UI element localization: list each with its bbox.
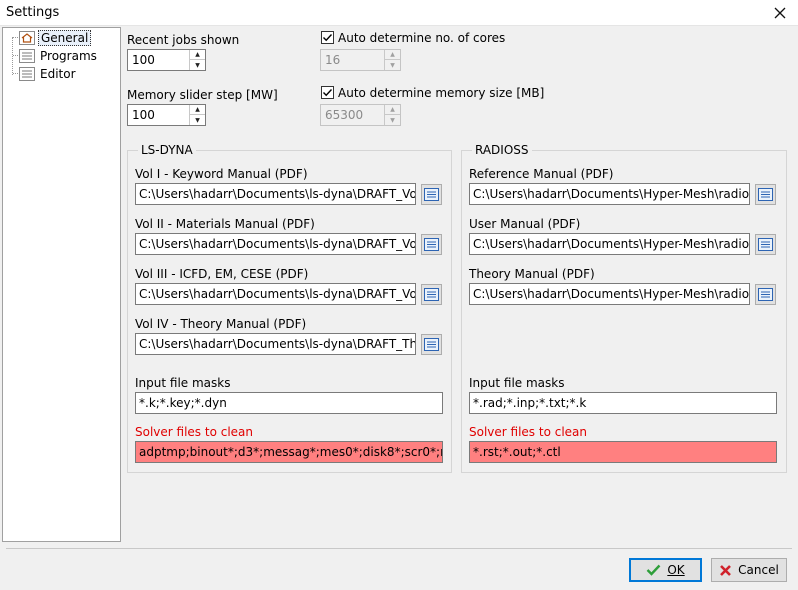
home-icon <box>19 31 35 45</box>
radioss-user-path-input[interactable]: C:\Users\hadarr\Documents\Hyper-Mesh\rad… <box>469 233 750 255</box>
lsdyna-solver-files-input[interactable]: adptmp;binout*;d3*;messag*;mes0*;disk8*;… <box>135 441 443 463</box>
memory-step-value: 100 <box>132 108 155 122</box>
lsdyna-solver-files-label: Solver files to clean <box>135 425 254 439</box>
spin-down-icon[interactable]: ▼ <box>385 115 400 125</box>
lsdyna-manual-label: Vol IV - Theory Manual (PDF) <box>135 317 307 331</box>
radioss-solver-files-input[interactable]: *.rst;*.out;*.ctl <box>469 441 777 463</box>
close-icon <box>774 7 786 19</box>
lsdyna-vol3-path-input[interactable]: C:\Users\hadarr\Documents\ls-dyna\DRAFT_… <box>135 283 416 305</box>
spin-down-icon[interactable]: ▼ <box>190 60 205 70</box>
auto-memory-checkbox[interactable] <box>321 86 334 99</box>
tree-item-label: Editor <box>40 67 76 81</box>
close-button[interactable] <box>770 3 790 23</box>
cores-value: 16 <box>325 53 341 67</box>
lsdyna-manual-label: Vol I - Keyword Manual (PDF) <box>135 167 308 181</box>
spin-up-icon[interactable]: ▲ <box>190 105 205 115</box>
lsdyna-vol1-browse-button[interactable] <box>421 184 442 205</box>
cancel-label: Cancel <box>738 563 779 577</box>
memory-step-label: Memory slider step [MW] <box>127 88 278 102</box>
lsdyna-group-title: LS-DYNA <box>138 143 196 157</box>
memory-step-spinner[interactable]: 100 ▲ ▼ <box>127 104 206 126</box>
browse-icon <box>758 188 773 201</box>
spin-down-icon[interactable]: ▼ <box>385 60 400 70</box>
lsdyna-vol4-path-input[interactable]: C:\Users\hadarr\Documents\ls-dyna\DRAFT_… <box>135 333 416 355</box>
radioss-theory-path-input[interactable]: C:\Users\hadarr\Documents\Hyper-Mesh\rad… <box>469 283 750 305</box>
list-icon <box>19 49 35 63</box>
lsdyna-vol4-browse-button[interactable] <box>421 334 442 355</box>
lsdyna-vol1-path-input[interactable]: C:\Users\hadarr\Documents\ls-dyna\DRAFT_… <box>135 183 416 205</box>
memory-size-value: 65300 <box>325 108 364 122</box>
browse-icon <box>424 188 439 201</box>
settings-tree: General Programs Editor <box>2 27 121 542</box>
checkmark-icon <box>646 564 661 576</box>
title-bar: Settings <box>0 0 798 26</box>
radioss-manual-label: Reference Manual (PDF) <box>469 167 614 181</box>
window-title: Settings <box>6 5 60 20</box>
lsdyna-input-masks-label: Input file masks <box>135 376 231 390</box>
checkmark-icon <box>323 89 333 97</box>
radioss-theory-browse-button[interactable] <box>755 284 776 305</box>
recent-jobs-spinner[interactable]: 100 ▲ ▼ <box>127 49 206 71</box>
recent-jobs-value: 100 <box>132 53 155 67</box>
lsdyna-manual-label: Vol II - Materials Manual (PDF) <box>135 217 315 231</box>
lsdyna-vol3-browse-button[interactable] <box>421 284 442 305</box>
browse-icon <box>424 238 439 251</box>
list-icon <box>19 67 35 81</box>
lsdyna-input-masks-input[interactable]: *.k;*.key;*.dyn <box>135 392 443 414</box>
auto-memory-label: Auto determine memory size [MB] <box>338 86 545 100</box>
ok-label: OK <box>667 563 685 577</box>
recent-jobs-label: Recent jobs shown <box>127 33 240 47</box>
radioss-input-masks-label: Input file masks <box>469 376 565 390</box>
lsdyna-vol2-path-input[interactable]: C:\Users\hadarr\Documents\ls-dyna\DRAFT_… <box>135 233 416 255</box>
radioss-manual-label: Theory Manual (PDF) <box>469 267 595 281</box>
spin-up-icon[interactable]: ▲ <box>385 105 400 115</box>
lsdyna-manual-label: Vol III - ICFD, EM, CESE (PDF) <box>135 267 309 281</box>
auto-cores-checkbox[interactable] <box>321 31 334 44</box>
checkmark-icon <box>323 34 333 42</box>
tree-item-label: Programs <box>40 49 97 63</box>
ok-button[interactable]: OK <box>629 558 702 582</box>
radioss-input-masks-input[interactable]: *.rad;*.inp;*.txt;*.k <box>469 392 777 414</box>
spin-up-icon[interactable]: ▲ <box>190 50 205 60</box>
memory-size-spinner[interactable]: 65300 ▲ ▼ <box>320 104 401 126</box>
tree-item-programs[interactable]: Programs <box>19 48 99 64</box>
radioss-solver-files-label: Solver files to clean <box>469 425 588 439</box>
radioss-group-title: RADIOSS <box>472 143 532 157</box>
radioss-user-browse-button[interactable] <box>755 234 776 255</box>
radioss-manual-label: User Manual (PDF) <box>469 217 581 231</box>
spin-up-icon[interactable]: ▲ <box>385 50 400 60</box>
cores-spinner[interactable]: 16 ▲ ▼ <box>320 49 401 71</box>
tree-item-label: General <box>38 30 92 46</box>
auto-cores-label: Auto determine no. of cores <box>338 31 506 45</box>
browse-icon <box>424 338 439 351</box>
cancel-button[interactable]: Cancel <box>711 558 787 582</box>
radioss-reference-path-input[interactable]: C:\Users\hadarr\Documents\Hyper-Mesh\rad… <box>469 183 750 205</box>
lsdyna-vol2-browse-button[interactable] <box>421 234 442 255</box>
browse-icon <box>758 288 773 301</box>
browse-icon <box>758 238 773 251</box>
footer-separator <box>6 548 792 549</box>
tree-item-general[interactable]: General <box>19 30 92 46</box>
radioss-reference-browse-button[interactable] <box>755 184 776 205</box>
cancel-x-icon <box>720 564 732 576</box>
tree-item-editor[interactable]: Editor <box>19 66 78 82</box>
browse-icon <box>424 288 439 301</box>
spin-down-icon[interactable]: ▼ <box>190 115 205 125</box>
